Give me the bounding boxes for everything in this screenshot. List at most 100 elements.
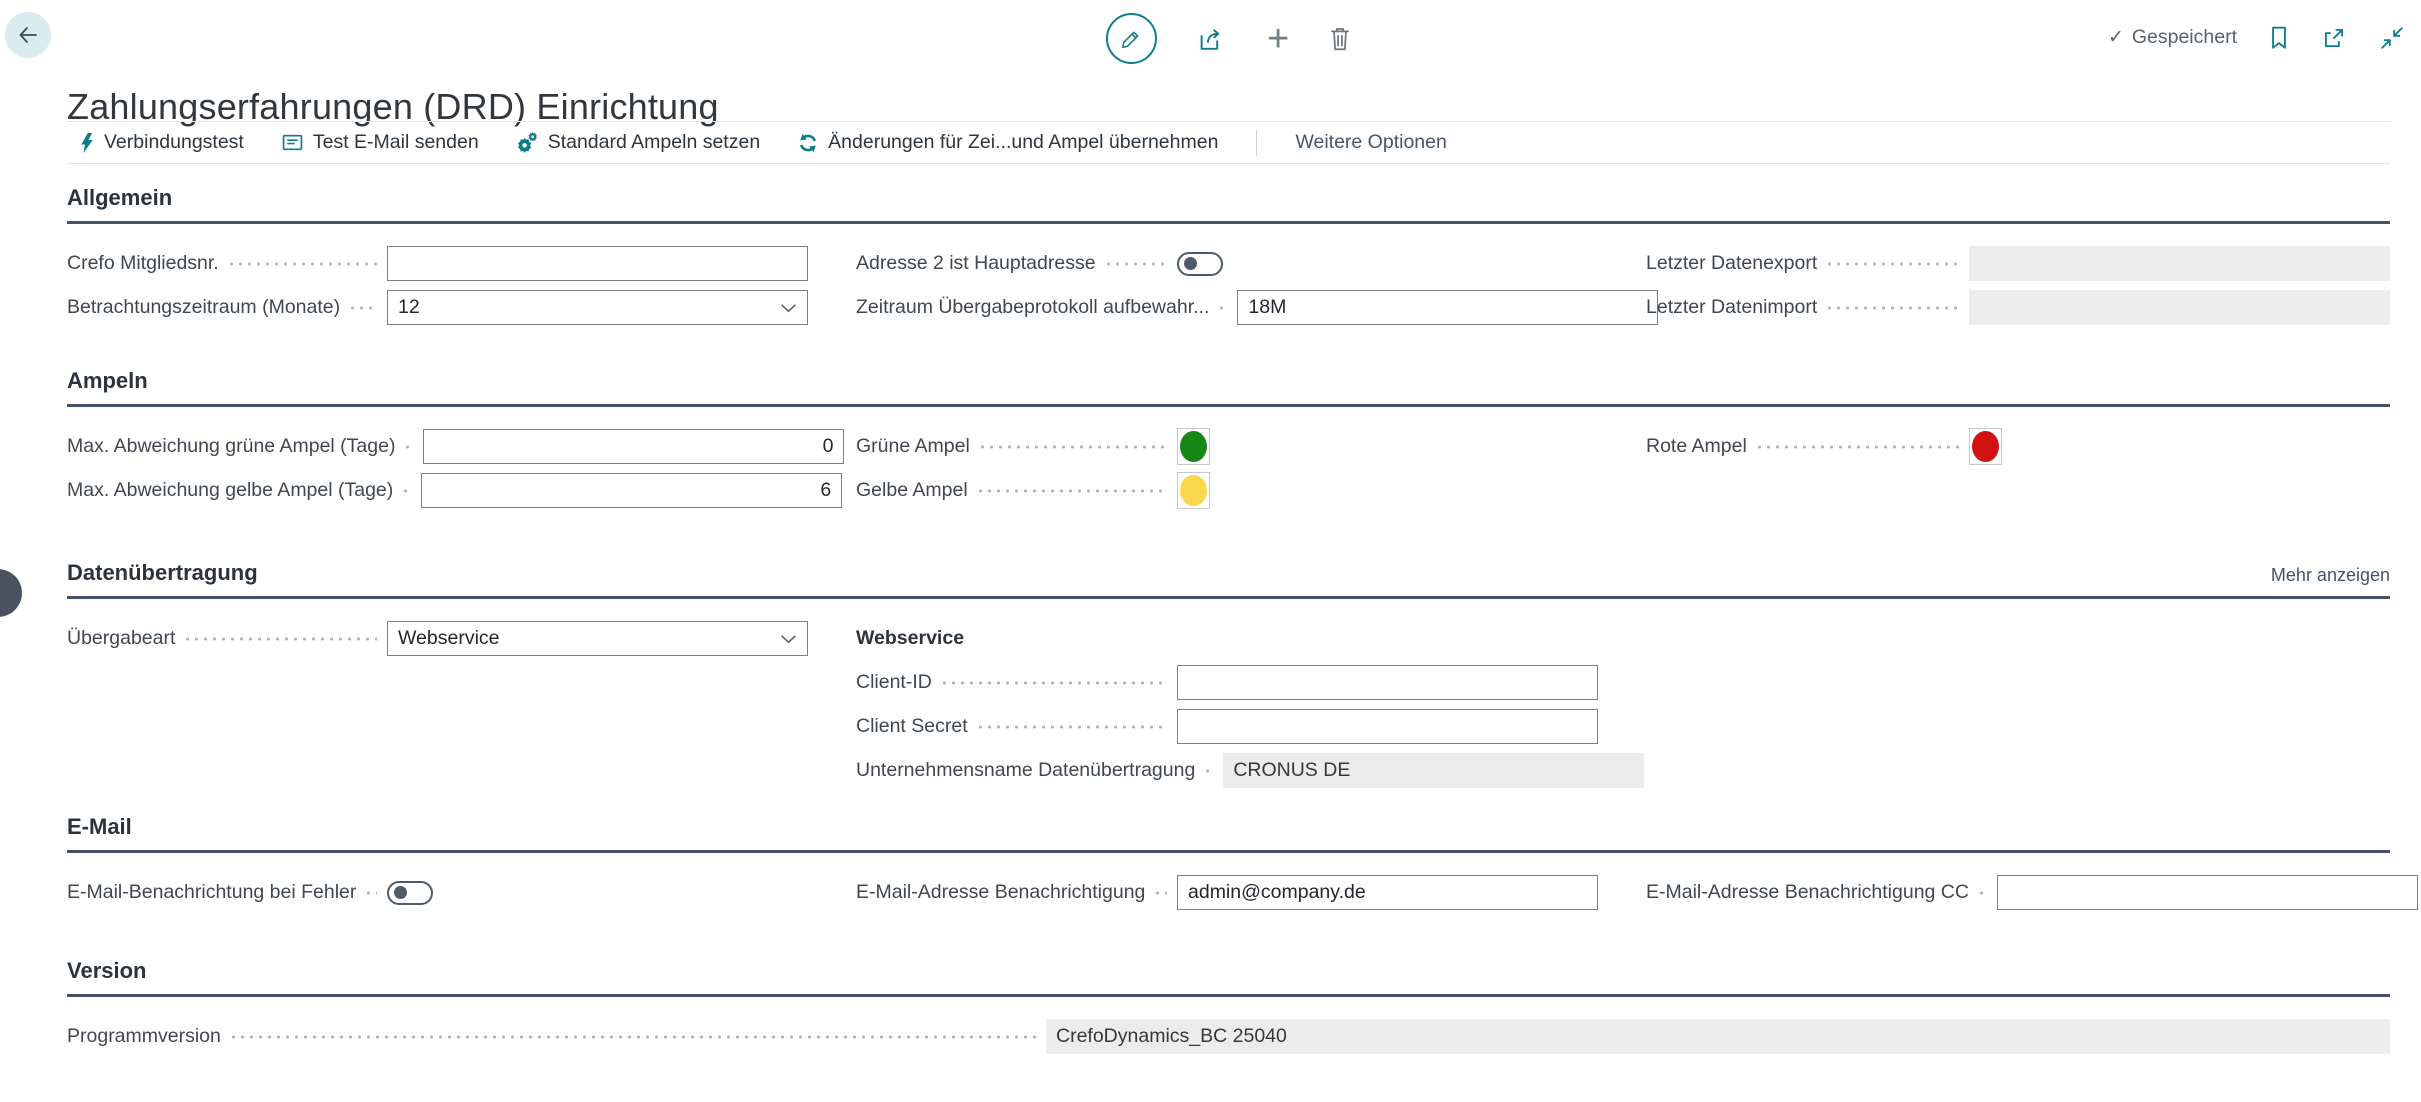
section-ampeln: Ampeln Max. Abweichung grüne Ampel (Tage… bbox=[67, 368, 2390, 517]
field-label: Zeitraum Übergabeprotokoll aufbewahr... bbox=[856, 296, 1209, 319]
email-benachrichtigung-toggle[interactable] bbox=[387, 881, 433, 905]
client-secret-input[interactable] bbox=[1177, 709, 1598, 744]
field-email-adresse-benachrichtigung: E-Mail-Adresse Benachrichtigung bbox=[856, 875, 1598, 910]
share-icon bbox=[1197, 25, 1227, 53]
rote-ampel-swatch[interactable] bbox=[1969, 428, 2002, 465]
toggle-knob bbox=[394, 886, 407, 899]
email-adresse-cc-input[interactable] bbox=[1997, 875, 2418, 910]
dotted-leader bbox=[1104, 262, 1167, 266]
field-label: Unternehmensname Datenübertragung bbox=[856, 759, 1195, 782]
dotted-leader bbox=[1217, 306, 1227, 310]
open-in-new-window-button[interactable] bbox=[2321, 25, 2347, 51]
dotted-leader bbox=[1977, 891, 1987, 895]
dotted-leader bbox=[940, 681, 1167, 685]
dotted-leader bbox=[1755, 445, 1959, 449]
field-client-id: Client-ID bbox=[856, 665, 1598, 700]
max-abweichung-gelb-input[interactable] bbox=[421, 473, 842, 508]
section-title-email[interactable]: E-Mail bbox=[67, 814, 132, 840]
section-version-header: Version bbox=[67, 958, 2390, 997]
section-title-version[interactable]: Version bbox=[67, 958, 146, 984]
action-aenderungen-uebernehmen[interactable]: Änderungen für Zei...und Ampel übernehme… bbox=[798, 131, 1218, 154]
programmversion-value: CrefoDynamics_BC 25040 bbox=[1046, 1019, 2390, 1054]
field-label: Max. Abweichung gelbe Ampel (Tage) bbox=[67, 479, 393, 502]
section-title-allgemein[interactable]: Allgemein bbox=[67, 185, 172, 211]
field-rote-ampel: Rote Ampel bbox=[1646, 429, 2390, 464]
red-dot bbox=[1972, 431, 1999, 462]
edit-button[interactable] bbox=[1106, 13, 1157, 64]
new-button[interactable]: + bbox=[1267, 20, 1289, 58]
section-datenuebertragung: Datenübertragung Mehr anzeigen Übergabea… bbox=[67, 560, 2390, 797]
field-betrachtungszeitraum: Betrachtungszeitraum (Monate) bbox=[67, 290, 808, 325]
field-label: Client Secret bbox=[856, 715, 968, 738]
section-allgemein: Allgemein Crefo Mitgliedsnr. Betrachtung… bbox=[67, 185, 2390, 334]
field-client-secret: Client Secret bbox=[856, 709, 1598, 744]
action-verbindungstest[interactable]: Verbindungstest bbox=[80, 131, 244, 154]
email-adresse-input[interactable] bbox=[1177, 875, 1598, 910]
field-gruene-ampel: Grüne Ampel bbox=[856, 429, 1598, 464]
check-icon: ✓ bbox=[2108, 26, 2124, 49]
field-label: Betrachtungszeitraum (Monate) bbox=[67, 296, 340, 319]
field-label: Grüne Ampel bbox=[856, 435, 970, 458]
save-status-label: Gespeichert bbox=[2132, 26, 2237, 49]
dotted-leader bbox=[1825, 262, 1959, 266]
gears-icon bbox=[517, 132, 538, 153]
unternehmensname-value: CRONUS DE bbox=[1223, 753, 1644, 788]
plus-icon: + bbox=[1267, 20, 1289, 58]
field-email-benachrichtigung-fehler: E-Mail-Benachrichtung bei Fehler bbox=[67, 875, 808, 910]
delete-button[interactable] bbox=[1329, 26, 1351, 52]
side-panel-handle[interactable] bbox=[0, 569, 22, 617]
action-test-email-senden[interactable]: Test E-Mail senden bbox=[282, 131, 479, 154]
field-label: Letzter Datenimport bbox=[1646, 296, 1817, 319]
dotted-leader bbox=[1825, 306, 1959, 310]
bookmark-button[interactable] bbox=[2269, 25, 2289, 51]
field-label: Letzter Datenexport bbox=[1646, 252, 1817, 275]
section-email: E-Mail E-Mail-Benachrichtung bei Fehler … bbox=[67, 814, 2390, 919]
dotted-leader bbox=[976, 725, 1167, 729]
crefo-mitgliedsnr-input[interactable] bbox=[387, 246, 808, 281]
section-allgemein-header: Allgemein bbox=[67, 185, 2390, 224]
action-label: Test E-Mail senden bbox=[313, 131, 479, 154]
field-max-abweichung-gelb: Max. Abweichung gelbe Ampel (Tage) bbox=[67, 473, 808, 508]
field-crefo-mitgliedsnr: Crefo Mitgliedsnr. bbox=[67, 246, 808, 281]
betrachtungszeitraum-select[interactable] bbox=[387, 290, 808, 325]
dotted-leader bbox=[1203, 769, 1213, 773]
dotted-leader bbox=[227, 262, 377, 266]
field-zeitraum-uebergabeprotokoll: Zeitraum Übergabeprotokoll aufbewahr... bbox=[856, 290, 1598, 325]
action-standard-ampeln-setzen[interactable]: Standard Ampeln setzen bbox=[517, 131, 760, 154]
field-uebergabeart: Übergabeart bbox=[67, 621, 808, 656]
action-label: Änderungen für Zei...und Ampel übernehme… bbox=[828, 131, 1218, 154]
pencil-icon bbox=[1120, 27, 1143, 50]
toggle-knob bbox=[1184, 257, 1197, 270]
page-controls: ✓ Gespeichert bbox=[2108, 0, 2405, 75]
zeitraum-protokoll-input[interactable] bbox=[1237, 290, 1658, 325]
uebergabeart-select[interactable] bbox=[387, 621, 808, 656]
yellow-dot bbox=[1180, 475, 1207, 506]
field-label: Programmversion bbox=[67, 1025, 221, 1048]
section-version: Version Programmversion CrefoDynamics_BC… bbox=[67, 958, 2390, 1063]
mail-icon bbox=[282, 133, 303, 152]
mehr-anzeigen-link[interactable]: Mehr anzeigen bbox=[2271, 565, 2390, 586]
max-abweichung-gruen-input[interactable] bbox=[423, 429, 844, 464]
section-title-datenuebertragung[interactable]: Datenübertragung bbox=[67, 560, 258, 586]
field-label: Client-ID bbox=[856, 671, 932, 694]
share-button[interactable] bbox=[1197, 25, 1227, 53]
gruene-ampel-swatch[interactable] bbox=[1177, 428, 1210, 465]
field-letzter-datenimport: Letzter Datenimport bbox=[1646, 290, 2390, 325]
top-bar: + ✓ Gespeichert bbox=[0, 0, 2421, 75]
client-id-input[interactable] bbox=[1177, 665, 1598, 700]
action-label: Verbindungstest bbox=[104, 131, 244, 154]
save-status: ✓ Gespeichert bbox=[2108, 26, 2237, 49]
dotted-leader bbox=[978, 445, 1167, 449]
adresse2-toggle[interactable] bbox=[1177, 252, 1223, 276]
dotted-leader bbox=[401, 489, 411, 493]
open-in-new-window-icon bbox=[2321, 25, 2347, 51]
field-email-adresse-benachrichtigung-cc: E-Mail-Adresse Benachrichtigung CC bbox=[1646, 875, 2390, 910]
section-title-ampeln[interactable]: Ampeln bbox=[67, 368, 148, 394]
back-button[interactable] bbox=[5, 12, 51, 58]
more-options-button[interactable]: Weitere Optionen bbox=[1295, 131, 1446, 154]
gelbe-ampel-swatch[interactable] bbox=[1177, 472, 1210, 509]
collapse-button[interactable] bbox=[2379, 25, 2405, 51]
field-label: E-Mail-Adresse Benachrichtigung bbox=[856, 881, 1145, 904]
field-programmversion: Programmversion CrefoDynamics_BC 25040 bbox=[67, 1019, 2390, 1054]
field-label: Max. Abweichung grüne Ampel (Tage) bbox=[67, 435, 395, 458]
